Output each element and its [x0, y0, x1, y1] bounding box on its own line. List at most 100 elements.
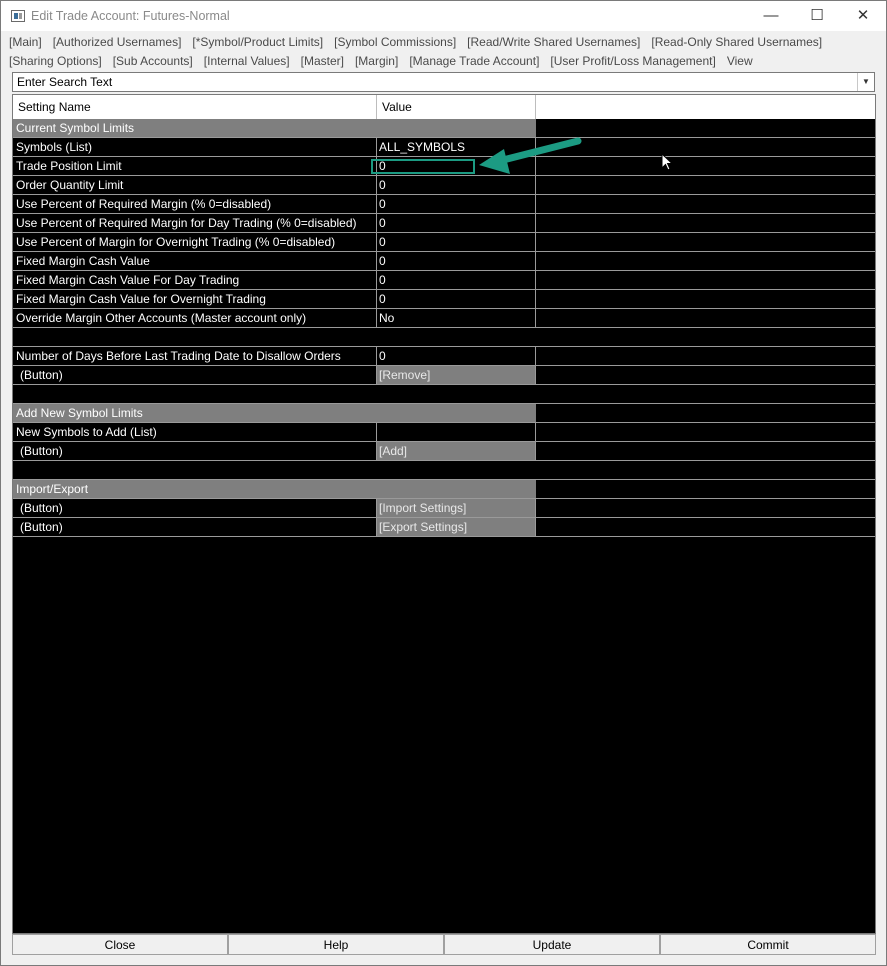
table-row[interactable]: Fixed Margin Cash Value for Overnight Tr…: [13, 290, 875, 309]
table-row[interactable]: Override Margin Other Accounts (Master a…: [13, 309, 875, 328]
button-row[interactable]: (Button) [Add]: [13, 442, 875, 461]
title-bar[interactable]: Edit Trade Account: Futures-Normal — ☐ ✕: [1, 1, 886, 31]
table-row: [13, 385, 875, 404]
close-icon[interactable]: ✕: [840, 1, 886, 31]
edit-trade-account-window: Edit Trade Account: Futures-Normal — ☐ ✕…: [0, 0, 887, 966]
menu-item[interactable]: [Symbol Commissions]: [334, 35, 456, 49]
empty-cell: [536, 518, 875, 536]
table-row[interactable]: Use Percent of Margin for Overnight Trad…: [13, 233, 875, 252]
footer-buttons: Close Help Update Commit: [12, 934, 876, 955]
menu-item[interactable]: [Master]: [301, 54, 344, 68]
search-input[interactable]: [13, 73, 859, 91]
button-row[interactable]: (Button) [Remove]: [13, 366, 875, 385]
empty-cell: [536, 271, 875, 289]
menu-row-2: [Sharing Options] [Sub Accounts] [Internal…: [9, 54, 879, 68]
value-cell[interactable]: No: [377, 309, 536, 327]
menu-item[interactable]: [Sharing Options]: [9, 54, 102, 68]
button-row[interactable]: (Button) [Export Settings]: [13, 518, 875, 537]
empty-cell: [536, 309, 875, 327]
value-cell: [377, 328, 536, 346]
setting-name-cell: Use Percent of Required Margin for Day T…: [13, 214, 377, 232]
window-title: Edit Trade Account: Futures-Normal: [31, 9, 230, 23]
value-button-cell[interactable]: [Import Settings]: [377, 499, 536, 517]
empty-cell: [536, 195, 875, 213]
dropdown-arrow-icon[interactable]: ▼: [857, 73, 874, 91]
setting-name-cell: Add New Symbol Limits: [13, 404, 536, 422]
setting-name-cell: (Button): [13, 518, 377, 536]
value-cell[interactable]: 0: [377, 347, 536, 365]
empty-cell: [536, 347, 875, 365]
menu-item[interactable]: [*Symbol/Product Limits]: [192, 35, 323, 49]
setting-name-cell: (Button): [13, 499, 377, 517]
section-header-row[interactable]: Import/Export: [13, 480, 875, 499]
setting-name-cell: New Symbols to Add (List): [13, 423, 377, 441]
value-button-cell[interactable]: [Remove]: [377, 366, 536, 384]
empty-cell: [536, 233, 875, 251]
menu-item[interactable]: [Sub Accounts]: [113, 54, 193, 68]
setting-name-cell: Import/Export: [13, 480, 536, 498]
setting-name-cell: Fixed Margin Cash Value For Day Trading: [13, 271, 377, 289]
menu-row-1: [Main] [Authorized Usernames] [*Symbol/Pro…: [9, 35, 879, 49]
close-button[interactable]: Close: [12, 934, 228, 955]
empty-cell: [536, 366, 875, 384]
table-row[interactable]: Use Percent of Required Margin for Day T…: [13, 214, 875, 233]
table-row[interactable]: Use Percent of Required Margin (% 0=disa…: [13, 195, 875, 214]
empty-cell: [536, 480, 875, 498]
app-window-icon: [11, 10, 25, 22]
button-row[interactable]: (Button) [Import Settings]: [13, 499, 875, 518]
menu-item[interactable]: [Manage Trade Account]: [409, 54, 539, 68]
menu-item[interactable]: [Read/Write Shared Usernames]: [467, 35, 640, 49]
table-row[interactable]: Fixed Margin Cash Value For Day Trading 0: [13, 271, 875, 290]
setting-name-cell: (Button): [13, 442, 377, 460]
empty-cell: [536, 423, 875, 441]
empty-cell: [536, 385, 875, 403]
menu-item[interactable]: [Main]: [9, 35, 42, 49]
help-button[interactable]: Help: [228, 934, 444, 955]
settings-grid: Setting Name Value Current Symbol Limits…: [12, 94, 876, 934]
setting-name-cell: [13, 461, 377, 479]
value-cell[interactable]: 0: [377, 252, 536, 270]
minimize-icon[interactable]: —: [748, 1, 794, 31]
menu-item[interactable]: [Read-Only Shared Usernames]: [651, 35, 822, 49]
setting-name-cell: Use Percent of Margin for Overnight Trad…: [13, 233, 377, 251]
value-cell[interactable]: 0: [377, 233, 536, 251]
menu-item[interactable]: [User Profit/Loss Management]: [550, 54, 715, 68]
value-cell[interactable]: 0: [377, 195, 536, 213]
value-cell: [377, 461, 536, 479]
table-row[interactable]: New Symbols to Add (List): [13, 423, 875, 442]
maximize-icon[interactable]: ☐: [794, 1, 840, 31]
empty-cell: [536, 442, 875, 460]
commit-button[interactable]: Commit: [660, 934, 876, 955]
table-row: [13, 461, 875, 480]
value-button-cell[interactable]: [Export Settings]: [377, 518, 536, 536]
setting-name-cell: [13, 385, 377, 403]
value-cell[interactable]: [377, 423, 536, 441]
search-combobox[interactable]: ▼: [12, 72, 875, 92]
setting-name-cell: Override Margin Other Accounts (Master a…: [13, 309, 377, 327]
annotation-arrow-icon: [479, 137, 582, 174]
value-cell[interactable]: 0: [377, 271, 536, 289]
empty-cell: [536, 461, 875, 479]
empty-cell: [536, 404, 875, 422]
setting-name-cell: (Button): [13, 366, 377, 384]
value-button-cell[interactable]: [Add]: [377, 442, 536, 460]
empty-cell: [536, 290, 875, 308]
setting-name-cell: Use Percent of Required Margin (% 0=disa…: [13, 195, 377, 213]
value-cell[interactable]: 0: [377, 290, 536, 308]
table-row[interactable]: Number of Days Before Last Trading Date …: [13, 347, 875, 366]
mouse-cursor-icon: [661, 153, 674, 171]
menu-item[interactable]: [Internal Values]: [204, 54, 290, 68]
table-row[interactable]: Fixed Margin Cash Value 0: [13, 252, 875, 271]
empty-cell: [536, 214, 875, 232]
empty-cell: [536, 499, 875, 517]
value-cell[interactable]: 0: [377, 214, 536, 232]
update-button[interactable]: Update: [444, 934, 660, 955]
value-cell: [377, 385, 536, 403]
menu-item[interactable]: View: [727, 54, 753, 68]
section-header-row[interactable]: Add New Symbol Limits: [13, 404, 875, 423]
menu-item[interactable]: [Authorized Usernames]: [53, 35, 182, 49]
setting-name-cell: Fixed Margin Cash Value: [13, 252, 377, 270]
menu-item[interactable]: [Margin]: [355, 54, 398, 68]
table-row: [13, 328, 875, 347]
empty-cell: [536, 328, 875, 346]
